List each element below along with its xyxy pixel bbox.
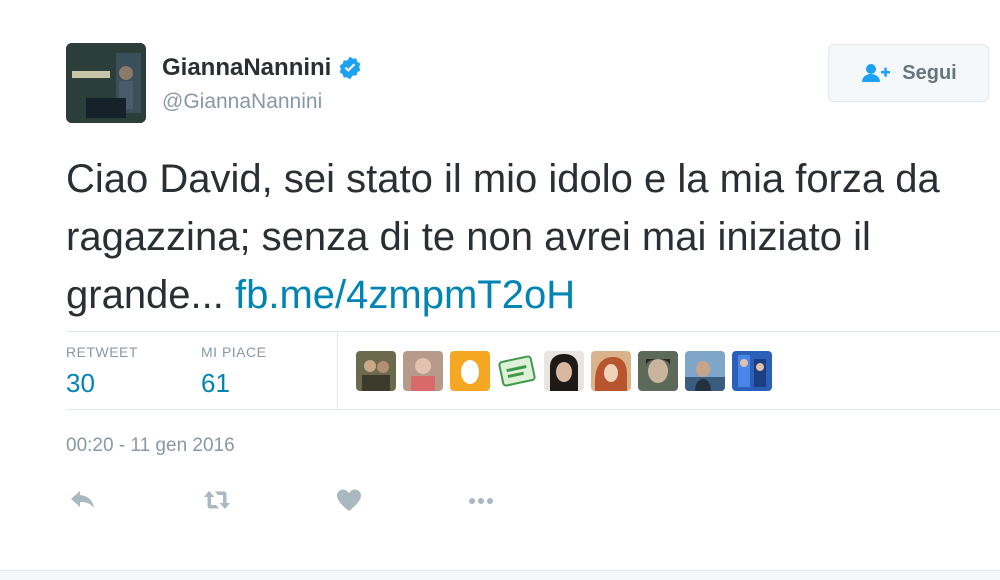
liker-avatar[interactable] (450, 351, 490, 391)
liker-avatar[interactable] (544, 351, 584, 391)
like-stat[interactable]: MI PIACE 61 (201, 344, 266, 399)
heart-icon (337, 489, 361, 511)
more-button[interactable] (464, 484, 498, 516)
retweet-stat[interactable]: RETWEET 30 (66, 344, 138, 399)
retweet-icon (204, 491, 230, 509)
retweet-count[interactable]: 30 (66, 368, 138, 399)
like-count[interactable]: 61 (201, 368, 266, 399)
liker-avatar[interactable] (732, 351, 772, 391)
verified-badge-icon (340, 56, 361, 80)
liker-avatar[interactable] (591, 351, 631, 391)
liker-avatar[interactable] (403, 351, 443, 391)
liker-avatars (356, 351, 772, 391)
face-2-icon (403, 351, 443, 391)
display-name-text[interactable]: GiannaNannini (162, 54, 331, 82)
face-6-icon (591, 351, 631, 391)
retweet-button[interactable] (200, 484, 234, 516)
liker-avatar[interactable] (497, 351, 537, 391)
face-1-icon (356, 351, 396, 391)
follow-button-label: Segui (902, 61, 957, 84)
liker-avatar[interactable] (356, 351, 396, 391)
liker-avatar[interactable] (685, 351, 725, 391)
user-handle[interactable]: @GiannaNannini (162, 90, 322, 114)
reply-icon (71, 491, 94, 508)
like-stat-label: MI PIACE (201, 344, 267, 360)
footer-strip (0, 570, 1000, 580)
face-5-icon (544, 351, 584, 391)
liker-avatar[interactable] (638, 351, 678, 391)
tweet-actions (66, 484, 526, 516)
more-icon (469, 498, 493, 504)
tweet-timestamp[interactable]: 00:20 - 11 gen 2016 (66, 435, 235, 457)
add-user-icon (862, 64, 891, 82)
tweet-text: Ciao David, sei stato il mio idolo e la … (66, 150, 966, 324)
face-9-icon (732, 351, 772, 391)
face-sticker-icon (497, 351, 537, 391)
stats-divider-bottom (66, 409, 1000, 410)
follow-button[interactable]: Segui (828, 44, 989, 102)
user-avatar[interactable] (66, 43, 146, 123)
album-cover-avatar-icon (66, 43, 146, 123)
tweet-link[interactable]: fb.me/4zmpmT2oH (235, 273, 575, 317)
stats-divider-top (66, 331, 1000, 332)
retweet-stat-label: RETWEET (66, 344, 138, 360)
stats-divider-vertical (337, 331, 338, 409)
like-button[interactable] (332, 484, 366, 516)
reply-button[interactable] (66, 484, 100, 516)
display-name[interactable]: GiannaNannini (162, 54, 363, 82)
face-8-icon (685, 351, 725, 391)
face-7-icon (638, 351, 678, 391)
egg-avatar-icon (450, 351, 490, 391)
